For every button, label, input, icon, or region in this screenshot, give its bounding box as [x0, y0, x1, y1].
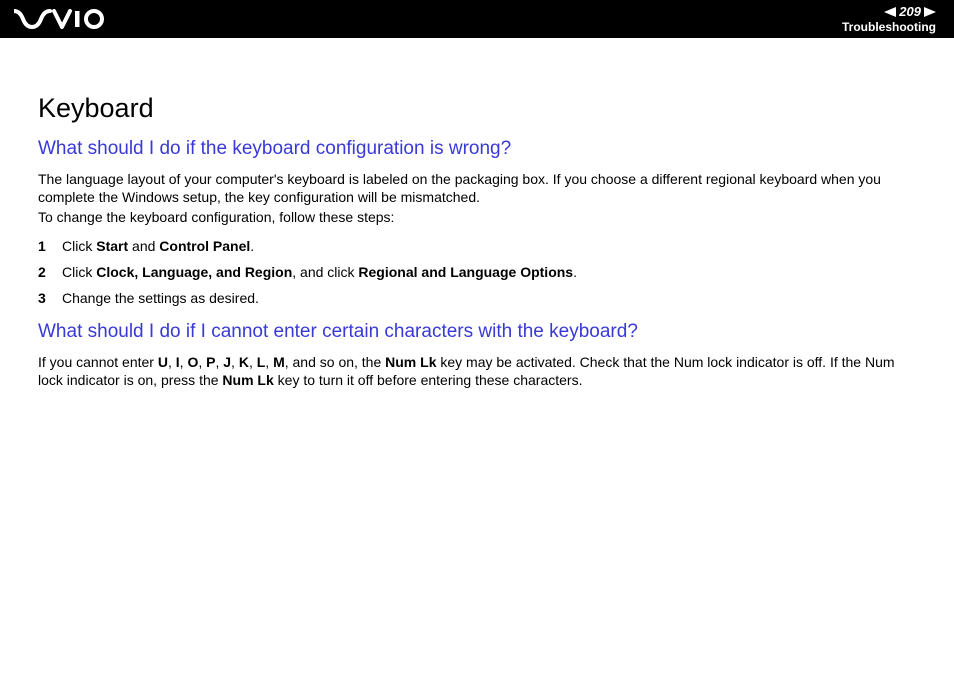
- section-heading-2: What should I do if I cannot enter certa…: [38, 321, 916, 343]
- section-heading-1: What should I do if the keyboard configu…: [38, 138, 916, 160]
- section-title: Troubleshooting: [842, 20, 936, 34]
- steps-list: 1 Click Start and Control Panel. 2 Click…: [38, 237, 916, 308]
- next-page-arrow-icon[interactable]: [924, 7, 936, 17]
- body-text: To change the keyboard configuration, fo…: [38, 208, 916, 226]
- body-text: If you cannot enter U, I, O, P, J, K, L,…: [38, 353, 916, 389]
- step-text: Click Start and Control Panel.: [62, 237, 254, 255]
- body-text: The language layout of your computer's k…: [38, 170, 916, 206]
- prev-page-arrow-icon[interactable]: [884, 7, 896, 17]
- vaio-logo: [14, 9, 106, 29]
- step-text: Change the settings as desired.: [62, 289, 259, 307]
- step-item: 2 Click Clock, Language, and Region, and…: [38, 263, 916, 281]
- page-nav: 209: [884, 4, 936, 19]
- page-number: 209: [899, 4, 921, 19]
- page-header: 209 Troubleshooting: [0, 0, 954, 38]
- page-title: Keyboard: [38, 93, 916, 124]
- step-text: Click Clock, Language, and Region, and c…: [62, 263, 577, 281]
- step-number: 3: [38, 289, 48, 307]
- step-item: 3 Change the settings as desired.: [38, 289, 916, 307]
- header-right: 209 Troubleshooting: [842, 4, 936, 34]
- step-number: 1: [38, 237, 48, 255]
- page-content: Keyboard What should I do if the keyboar…: [0, 38, 954, 390]
- step-number: 2: [38, 263, 48, 281]
- step-item: 1 Click Start and Control Panel.: [38, 237, 916, 255]
